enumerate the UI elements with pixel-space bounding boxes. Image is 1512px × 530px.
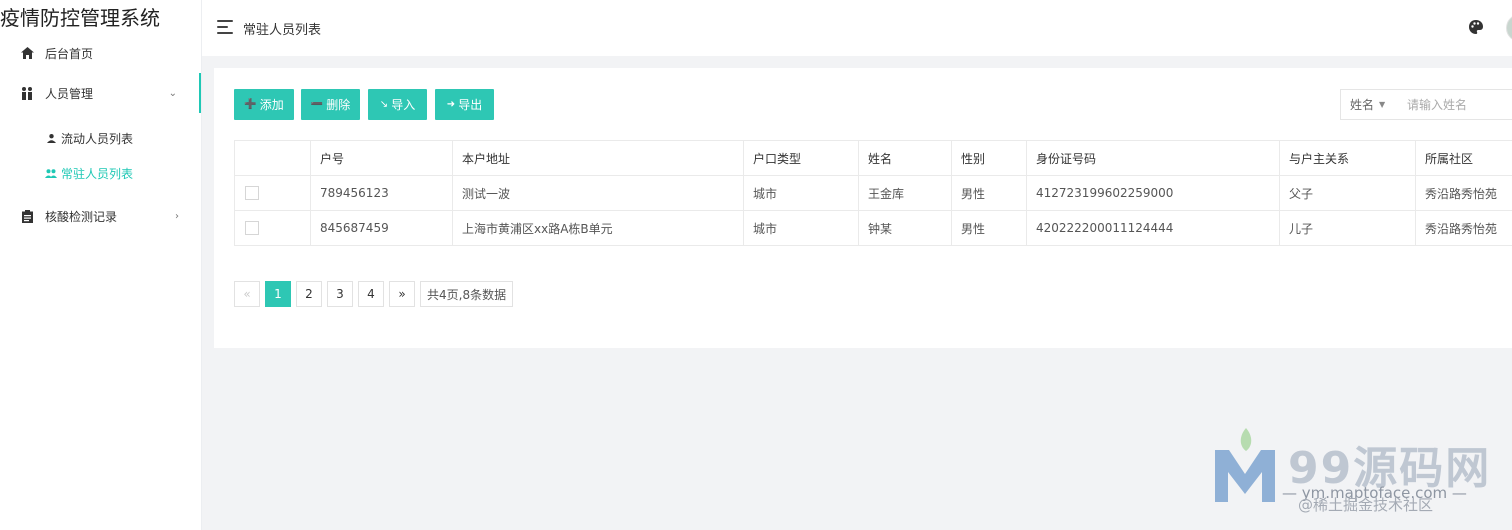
pagination: « 1 2 3 4 » 共4页,8条数据 bbox=[234, 281, 518, 307]
add-button[interactable]: ➕ 添加 bbox=[234, 89, 294, 120]
row-checkbox[interactable] bbox=[245, 221, 259, 236]
column-header[interactable]: 所属社区 bbox=[1415, 140, 1512, 176]
delete-button[interactable]: ➖ 删除 bbox=[301, 89, 360, 120]
column-header[interactable]: 姓名 bbox=[858, 140, 952, 176]
pagination-page[interactable]: 2 bbox=[296, 281, 322, 307]
remove-user-icon: ➖ bbox=[310, 99, 324, 110]
watermark: 99源码网 — ym.maptoface.com — @稀土掘金技术社区 bbox=[1210, 424, 1512, 530]
chevron-down-icon: ⌄ bbox=[168, 87, 177, 99]
menu-toggle-icon[interactable] bbox=[217, 20, 233, 34]
table-cell: 钟某 bbox=[858, 210, 952, 246]
watermark-credit: @稀土掘金技术社区 bbox=[1298, 496, 1434, 514]
people-icon bbox=[20, 86, 34, 100]
page-title: 常驻人员列表 bbox=[243, 23, 322, 38]
search-input[interactable] bbox=[1396, 89, 1512, 120]
table-cell: 男性 bbox=[951, 210, 1027, 246]
row-checkbox-cell bbox=[234, 175, 311, 211]
sidebar-item-label: 流动人员列表 bbox=[61, 131, 134, 146]
group-icon bbox=[45, 167, 57, 179]
table-header-row: 户号 本户地址 户口类型 姓名 性别 身份证号码 与户主关系 所属社区 bbox=[234, 140, 1512, 176]
pagination-page[interactable]: 3 bbox=[327, 281, 353, 307]
column-header[interactable]: 户号 bbox=[310, 140, 453, 176]
column-header[interactable]: 性别 bbox=[951, 140, 1027, 176]
pagination-next[interactable]: » bbox=[389, 281, 415, 307]
caret-down-icon: ▼ bbox=[1379, 100, 1386, 109]
table-cell: 儿子 bbox=[1279, 210, 1416, 246]
column-header[interactable]: 身份证号码 bbox=[1026, 140, 1280, 176]
chevron-right-icon: › bbox=[175, 210, 179, 222]
table-cell: 父子 bbox=[1279, 175, 1416, 211]
watermark-logo-icon bbox=[1215, 428, 1275, 502]
watermark-url: — ym.maptoface.com — bbox=[1282, 484, 1467, 502]
import-button[interactable]: ↘ 导入 bbox=[368, 89, 427, 120]
row-checkbox-cell bbox=[234, 210, 311, 246]
add-user-icon: ➕ bbox=[244, 99, 257, 110]
delete-button-label: 删除 bbox=[326, 98, 351, 112]
palette-icon[interactable] bbox=[1468, 19, 1484, 35]
table-cell: 420222200011124444 bbox=[1026, 210, 1280, 246]
table-cell: 秀沿路秀怡苑 bbox=[1415, 175, 1512, 211]
pagination-summary: 共4页,8条数据 bbox=[420, 281, 514, 307]
table-cell: 王金库 bbox=[858, 175, 952, 211]
sidebar: 疫情防控管理系统 后台首页 人员管理 ⌄ 流动人员列表 常驻人员列表 核酸检测记… bbox=[0, 0, 202, 530]
column-header[interactable]: 与户主关系 bbox=[1279, 140, 1416, 176]
watermark-text: 99源码网 bbox=[1288, 443, 1492, 494]
top-header: 常驻人员列表 bbox=[202, 0, 1512, 56]
sidebar-item-personnel[interactable]: 人员管理 ⌄ bbox=[0, 73, 201, 113]
person-icon bbox=[45, 132, 57, 144]
sidebar-item-nucleic-test[interactable]: 核酸检测记录 › bbox=[0, 196, 201, 236]
export-button-label: 导出 bbox=[458, 98, 483, 112]
app-title: 疫情防控管理系统 bbox=[0, 6, 160, 30]
home-icon bbox=[20, 46, 34, 60]
table-cell: 412723199602259000 bbox=[1026, 175, 1280, 211]
sidebar-item-label: 后台首页 bbox=[45, 46, 94, 61]
resident-table: 户号 本户地址 户口类型 姓名 性别 身份证号码 与户主关系 所属社区 7894… bbox=[234, 140, 1512, 246]
pagination-page[interactable]: 4 bbox=[358, 281, 384, 307]
table-cell: 789456123 bbox=[310, 175, 453, 211]
table-row: 789456123 测试一波 城市 王金库 男性 412723199602259… bbox=[234, 175, 1512, 211]
sidebar-item-resident-list[interactable]: 常驻人员列表 bbox=[0, 156, 201, 190]
pagination-page[interactable]: 1 bbox=[265, 281, 291, 307]
column-header[interactable]: 户口类型 bbox=[743, 140, 859, 176]
export-button[interactable]: ➜ 导出 bbox=[435, 89, 494, 120]
table-cell: 男性 bbox=[951, 175, 1027, 211]
column-header[interactable]: 本户地址 bbox=[452, 140, 744, 176]
sidebar-item-label: 常驻人员列表 bbox=[61, 166, 134, 181]
search-field-label: 姓名 bbox=[1350, 98, 1375, 112]
table-cell: 城市 bbox=[743, 175, 859, 211]
export-arrow-icon: ➜ bbox=[446, 99, 456, 110]
table-row: 845687459 上海市黄浦区xx路A栋B单元 城市 钟某 男性 420222… bbox=[234, 210, 1512, 246]
add-button-label: 添加 bbox=[259, 98, 284, 112]
import-button-label: 导入 bbox=[391, 98, 416, 112]
sidebar-item-floating-list[interactable]: 流动人员列表 bbox=[0, 121, 201, 155]
sidebar-item-home[interactable]: 后台首页 bbox=[0, 33, 201, 73]
content-card: ➕添加 ➖删除 ↘导入 ➜导出 姓名 ▼ 户号 本户地址 户口类型 姓名 性别 身… bbox=[214, 68, 1512, 348]
import-arrow-icon: ↘ bbox=[379, 99, 389, 110]
table-cell: 城市 bbox=[743, 210, 859, 246]
avatar[interactable] bbox=[1506, 14, 1512, 42]
table-cell: 测试一波 bbox=[452, 175, 744, 211]
header-checkbox-cell bbox=[234, 140, 311, 176]
sidebar-item-label: 人员管理 bbox=[45, 86, 94, 101]
sidebar-item-label: 核酸检测记录 bbox=[45, 209, 118, 224]
pagination-prev[interactable]: « bbox=[234, 281, 260, 307]
table-cell: 秀沿路秀怡苑 bbox=[1415, 210, 1512, 246]
table-cell: 845687459 bbox=[310, 210, 453, 246]
row-checkbox[interactable] bbox=[245, 186, 259, 201]
clipboard-icon bbox=[20, 209, 34, 223]
table-cell: 上海市黄浦区xx路A栋B单元 bbox=[452, 210, 744, 246]
search-field-select[interactable]: 姓名 ▼ bbox=[1340, 89, 1397, 120]
